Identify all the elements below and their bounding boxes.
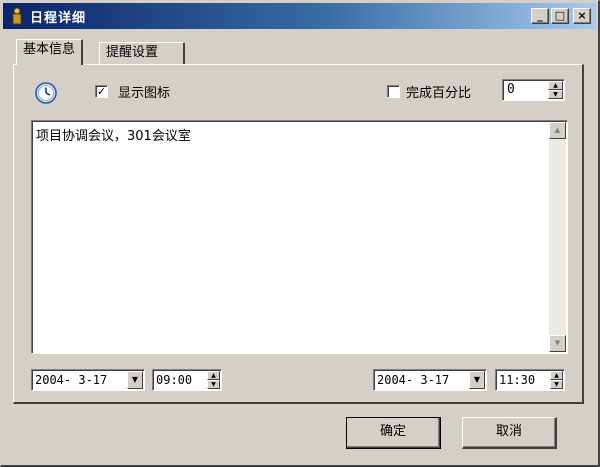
- maximize-button[interactable]: □: [551, 8, 569, 24]
- ok-button[interactable]: 确定: [346, 417, 441, 449]
- minimize-button[interactable]: _: [531, 8, 549, 24]
- window-title: 日程详细: [30, 11, 87, 26]
- schedule-detail-window: 日程详细 _ □ × 基本信息 提醒设置 ✓ 显示图标 完成百分比 0 ▲ ▼ …: [0, 0, 600, 467]
- close-button[interactable]: ×: [573, 8, 591, 24]
- tab-panel: [13, 64, 584, 404]
- tab-basic-info[interactable]: 基本信息: [16, 39, 84, 65]
- cancel-button[interactable]: 取消: [462, 417, 557, 449]
- app-icon: [12, 7, 22, 25]
- title-bar[interactable]: 日程详细 _ □ ×: [3, 3, 596, 29]
- tab-reminder-settings[interactable]: 提醒设置: [99, 42, 185, 64]
